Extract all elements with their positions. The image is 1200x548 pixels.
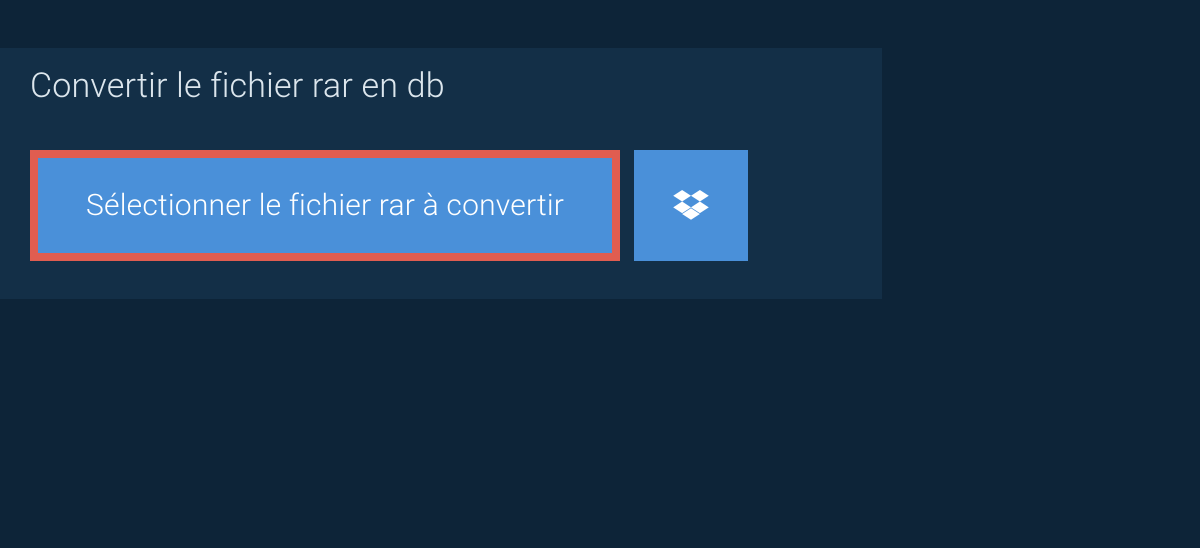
button-row: Sélectionner le fichier rar à convertir [30,150,882,261]
select-file-button-label: Sélectionner le fichier rar à convertir [86,188,564,223]
dropbox-icon [673,190,709,222]
dropbox-button[interactable] [634,150,748,261]
panel-title: Convertir le fichier rar en db [0,48,475,124]
select-file-button[interactable]: Sélectionner le fichier rar à convertir [30,150,620,261]
converter-panel: Convertir le fichier rar en db Sélection… [0,48,882,299]
